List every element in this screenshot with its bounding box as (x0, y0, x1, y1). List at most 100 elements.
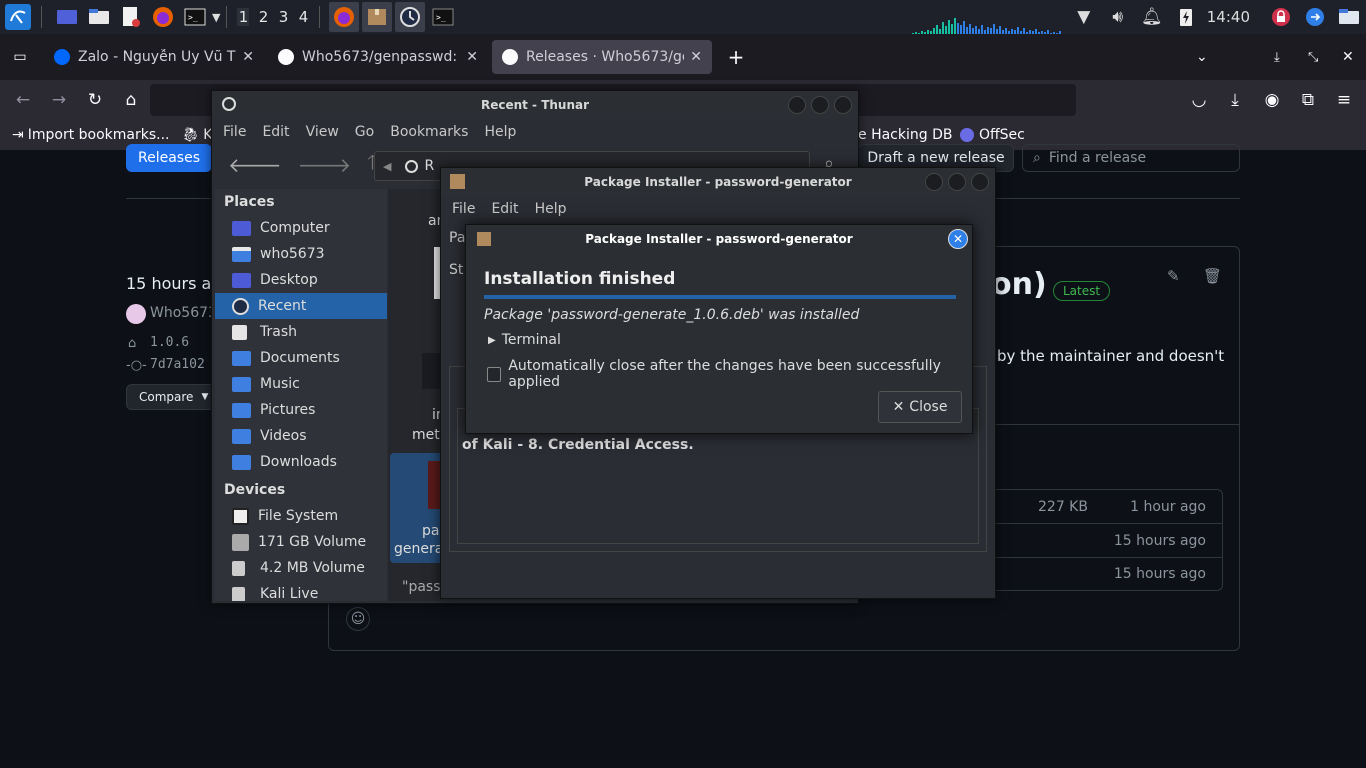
workspace-1[interactable]: 1 (237, 8, 250, 26)
close-button[interactable] (834, 96, 852, 114)
forward-icon[interactable]: → (42, 90, 76, 110)
menu-help[interactable]: Help (484, 124, 516, 140)
vpn-lock-icon[interactable] (1264, 7, 1298, 27)
close-button[interactable]: ✕ Close (878, 391, 962, 423)
minimize-button[interactable] (925, 173, 943, 191)
sidebar-item-recent[interactable]: Recent (215, 293, 387, 319)
sidebar-item-home[interactable]: who5673 (215, 241, 387, 267)
maximize-button[interactable] (948, 173, 966, 191)
author-avatar[interactable] (126, 304, 146, 324)
release-tag[interactable]: 1.0.6 (150, 335, 189, 350)
tab-releases[interactable]: Releases · Who5673/genp ✕ (492, 40, 712, 74)
taskbar-thunar-recent-icon[interactable] (395, 2, 426, 32)
menu-edit[interactable]: Edit (262, 124, 289, 140)
close-button[interactable] (971, 173, 989, 191)
menu-edit[interactable]: Edit (491, 201, 518, 217)
file-manager-icon[interactable] (86, 4, 112, 30)
window-close-icon[interactable]: ✕ (1342, 49, 1354, 65)
places-sidebar: Places Computer who5673 Desktop Recent T… (215, 189, 387, 601)
terminal-expander[interactable]: ▶ Terminal (488, 332, 561, 348)
edit-icon[interactable]: ✎ (1167, 267, 1180, 285)
back-icon[interactable]: 🡐 (228, 153, 282, 177)
sidebar-item-videos[interactable]: Videos (215, 423, 387, 449)
tab-close-icon[interactable]: ✕ (466, 49, 478, 65)
bookmark-import[interactable]: Import bookmarks... (28, 127, 170, 143)
sidebar-item-pictures[interactable]: Pictures (215, 397, 387, 423)
update-icon[interactable] (1298, 7, 1332, 27)
sidebar-item-downloads[interactable]: Downloads (215, 449, 387, 475)
thunar-titlebar[interactable]: Recent - Thunar (212, 91, 858, 119)
tab-close-icon[interactable]: ✕ (690, 49, 702, 65)
text-editor-icon[interactable] (118, 4, 144, 30)
package-installer-titlebar[interactable]: Package Installer - password-generator (441, 168, 995, 196)
sidebar-item-filesystem[interactable]: File System (215, 503, 387, 529)
auto-close-checkbox[interactable] (487, 366, 502, 382)
notification-bell-icon[interactable]: 🔔︎ (1135, 7, 1169, 27)
workspace-3[interactable]: 3 (277, 8, 289, 26)
maximize-button[interactable] (811, 96, 829, 114)
compare-button[interactable]: Compare ▼ (126, 384, 216, 410)
sidebar-item-desktop[interactable]: Desktop (215, 267, 387, 293)
terminal-launcher-icon[interactable]: >_ (182, 4, 208, 30)
new-tab-button[interactable]: + (718, 45, 754, 69)
bookmark-offsec[interactable]: OffSec (979, 127, 1025, 143)
workspace-2[interactable]: 2 (257, 8, 269, 26)
screenshot-folder-icon[interactable] (1332, 8, 1366, 26)
extensions-icon[interactable]: ⧉ (1291, 90, 1325, 110)
sidebar-item-volume-4mb[interactable]: 4.2 MB Volume (215, 555, 387, 581)
menu-icon[interactable]: ≡ (1327, 90, 1361, 110)
delete-icon[interactable]: 🗑︎ (1203, 267, 1222, 285)
menu-view[interactable]: View (306, 124, 339, 140)
bookmark-exploit-db[interactable]: e Hacking DB (858, 127, 952, 143)
menu-file[interactable]: File (223, 124, 246, 140)
reload-icon[interactable]: ↻ (78, 90, 112, 110)
tab-overview-icon[interactable]: ▭ (0, 49, 40, 65)
kali-menu-icon[interactable] (5, 4, 31, 30)
wifi-icon[interactable]: ▼ (1067, 7, 1101, 27)
menu-bookmarks[interactable]: Bookmarks (390, 124, 468, 140)
auto-close-option[interactable]: Automatically close after the changes ha… (487, 358, 972, 390)
menu-go[interactable]: Go (355, 124, 374, 140)
volume-icon[interactable]: 🔊︎ (1101, 7, 1135, 27)
taskbar-terminal[interactable]: >_ (428, 2, 458, 32)
release-author[interactable]: Who5673 (150, 305, 217, 321)
tab-zalo[interactable]: Zalo - Nguyễn Uy Vũ Từng ✕ (44, 40, 264, 74)
sidebar-item-music[interactable]: Music (215, 371, 387, 397)
pocket-icon[interactable]: ◡ (1182, 90, 1216, 110)
dialog-titlebar[interactable]: Package Installer - password-generator ✕ (466, 225, 972, 253)
location-left-arrow-icon[interactable]: ◀ (383, 160, 391, 173)
selected-file-item[interactable]: pa genera (390, 453, 444, 563)
window-restore-icon[interactable]: ⤡ (1308, 50, 1318, 65)
tab-close-icon[interactable]: ✕ (242, 49, 254, 65)
add-reaction-icon[interactable]: ☺ (346, 607, 370, 631)
sidebar-item-volume-171gb[interactable]: 171 GB Volume (215, 529, 387, 555)
tab-genpasswd[interactable]: Who5673/genpasswd: Ge ✕ (268, 40, 488, 74)
release-commit[interactable]: 7d7a102 (150, 357, 205, 372)
sidebar-item-kali-live[interactable]: Kali Live (215, 581, 387, 601)
menu-help[interactable]: Help (535, 201, 567, 217)
clock[interactable]: 14:40 (1207, 8, 1250, 26)
find-release-input[interactable]: ⌕ Find a release (1022, 144, 1240, 172)
show-desktop-icon[interactable] (54, 4, 80, 30)
sidebar-item-computer[interactable]: Computer (215, 215, 387, 241)
home-icon[interactable]: ⌂ (114, 90, 148, 110)
terminal-dropdown-icon[interactable]: ▼ (212, 11, 220, 24)
menu-file[interactable]: File (452, 201, 475, 217)
dialog-close-icon[interactable]: ✕ (948, 229, 968, 249)
sidebar-item-documents[interactable]: Documents (215, 345, 387, 371)
downloads-icon[interactable]: ⤓ (1218, 90, 1252, 110)
battery-icon[interactable] (1169, 7, 1203, 27)
account-icon[interactable]: ◉ (1255, 90, 1289, 110)
firefox-launcher-icon[interactable] (150, 4, 176, 30)
window-minimize-icon[interactable]: ⤓ (1274, 50, 1280, 65)
taskbar-package-icon[interactable] (362, 2, 393, 32)
back-icon[interactable]: ← (6, 90, 40, 110)
minimize-button[interactable] (788, 96, 806, 114)
workspace-4[interactable]: 4 (297, 8, 309, 26)
sidebar-item-trash[interactable]: Trash (215, 319, 387, 345)
taskbar-firefox[interactable] (329, 2, 360, 32)
release-title[interactable]: on) (991, 267, 1047, 302)
releases-tab-button[interactable]: Releases (126, 144, 212, 172)
list-tabs-icon[interactable]: ⌄ (1196, 49, 1208, 65)
forward-icon[interactable]: 🡒 (298, 153, 352, 177)
